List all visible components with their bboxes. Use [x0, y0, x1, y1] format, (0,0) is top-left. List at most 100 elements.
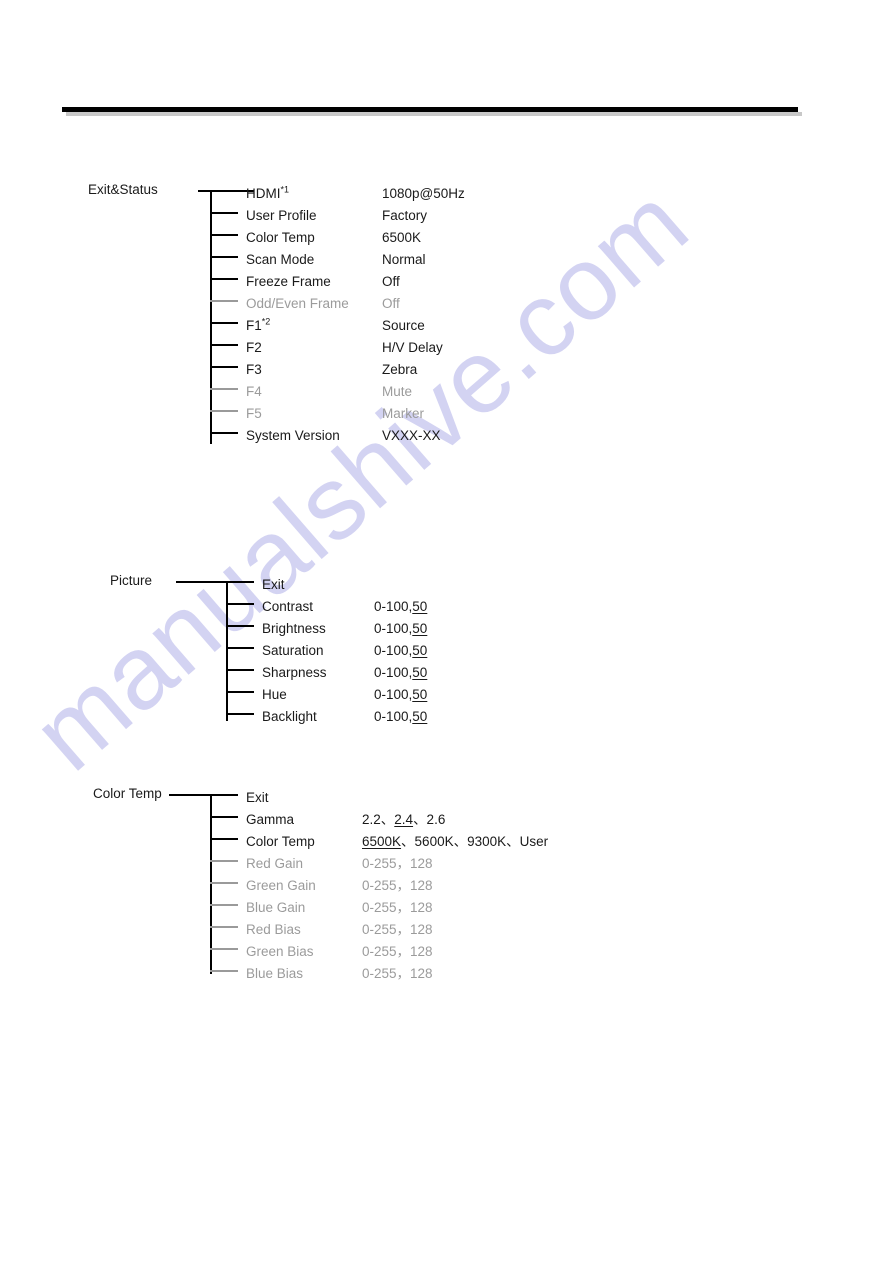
tree-root-label-exit-status: Exit&Status [88, 182, 158, 197]
menu-item-value: 0-100,50 [374, 687, 428, 702]
menu-item-value: Zebra [382, 362, 418, 377]
menu-item-label: Color Temp [246, 230, 315, 245]
menu-item-value: Normal [382, 252, 426, 267]
menu-item-label: F1*2 [246, 316, 271, 333]
menu-item-label: Red Bias [246, 922, 301, 937]
menu-item-value: 0-255，128 [362, 922, 433, 937]
tree-branch [210, 256, 238, 258]
tree-branch [210, 904, 238, 906]
tree-branch [210, 410, 238, 412]
menu-item-value: 6500K、5600K、9300K、User [362, 834, 549, 849]
menu-item-value: 0-255，128 [362, 900, 433, 915]
menu-item-value: 2.2、2.4、2.6 [362, 812, 446, 827]
menu-item-label: Blue Bias [246, 966, 304, 981]
default-value: 50 [412, 643, 428, 658]
menu-item-value: 0-100,50 [374, 665, 428, 680]
menu-item-value: Factory [382, 208, 428, 223]
menu-item-value: 0-100,50 [374, 599, 428, 614]
tree-branch [210, 948, 238, 950]
tree-branch [210, 300, 238, 302]
watermark-text: manualshive.com [11, 164, 710, 793]
menu-item-value: 0-100,50 [374, 643, 428, 658]
tree-branch [210, 926, 238, 928]
tree-trunk [226, 581, 228, 721]
menu-item-label: System Version [246, 428, 340, 443]
menu-item-value: 0-100,50 [374, 709, 428, 724]
tree-branch [210, 838, 238, 840]
tree-branch [226, 603, 254, 605]
menu-item-value: 6500K [382, 230, 422, 245]
page-canvas: manualshive.com Exit&Status HDMI*1 1080p@… [0, 0, 893, 1263]
menu-item-value: H/V Delay [382, 340, 443, 355]
menu-item-label: Scan Mode [246, 252, 315, 267]
menu-item-label: Color Temp [246, 834, 315, 849]
menu-item-value: Off [382, 274, 400, 289]
footnote-marker: *1 [280, 184, 290, 195]
default-value: 50 [412, 709, 428, 724]
tree-root-label-color-temp: Color Temp [93, 786, 162, 801]
tree-branch [210, 366, 238, 368]
tree-branch [210, 212, 238, 214]
tree-root-label-picture: Picture [110, 573, 153, 588]
menu-item-value: 0-100,50 [374, 621, 428, 636]
default-value: 2.4 [394, 812, 414, 827]
tree-branch [226, 625, 254, 627]
menu-item-value: 0-255，128 [362, 944, 433, 959]
menu-item-label: Odd/Even Frame [246, 296, 349, 311]
menu-item-value: 0-255，128 [362, 878, 433, 893]
menu-item-value: Marker [382, 406, 425, 421]
tree-branch [210, 344, 238, 346]
menu-item-label: Brightness [262, 621, 326, 636]
tree-branch [210, 794, 238, 796]
menu-item-value: 1080p@50Hz [382, 186, 465, 201]
menu-item-value: Mute [382, 384, 413, 399]
menu-item-value: Source [382, 318, 425, 333]
tree-branch [210, 190, 238, 192]
default-value: 50 [412, 621, 428, 636]
default-value: 50 [412, 599, 428, 614]
menu-item-label: User Profile [246, 208, 317, 223]
menu-item-label: Backlight [262, 709, 317, 724]
tree-branch [210, 322, 238, 324]
menu-item-value: 0-255，128 [362, 966, 433, 981]
menu-item-label: Green Gain [246, 878, 316, 893]
tree-branch [226, 713, 254, 715]
menu-item-label: F4 [246, 384, 262, 399]
tree-branch [210, 278, 238, 280]
menu-item-label: Green Bias [246, 944, 314, 959]
tree-branch [226, 647, 254, 649]
tree-branch [210, 882, 238, 884]
menu-item-label: Gamma [246, 812, 295, 827]
menu-item-label: Exit [246, 790, 269, 805]
tree-trunk [210, 190, 212, 444]
header-rule [62, 107, 798, 112]
menu-item-label: Sharpness [262, 665, 327, 680]
tree-branch [210, 970, 238, 972]
tree-branch [210, 816, 238, 818]
footnote-marker: *2 [261, 316, 271, 327]
menu-item-value: Off [382, 296, 400, 311]
menu-item-label: F3 [246, 362, 262, 377]
default-value: 50 [412, 665, 428, 680]
menu-item-value: VXXX-XX [382, 428, 441, 443]
tree-branch [210, 432, 238, 434]
menu-item-label: F2 [246, 340, 262, 355]
menu-item-label: Saturation [262, 643, 324, 658]
tree-branch [210, 860, 238, 862]
menu-item-label: Blue Gain [246, 900, 306, 915]
menu-item-label: Contrast [262, 599, 314, 614]
tree-branch [210, 388, 238, 390]
menu-item-label: HDMI*1 [246, 184, 290, 201]
tree-branch [226, 581, 254, 583]
default-value: 6500K [362, 834, 402, 849]
tree-branch [226, 669, 254, 671]
header-rule-shadow [66, 112, 802, 116]
tree-branch [226, 691, 254, 693]
default-value: 50 [412, 687, 428, 702]
tree-trunk [210, 794, 212, 974]
menu-item-label: Exit [262, 577, 285, 592]
menu-item-value: 0-255，128 [362, 856, 433, 871]
menu-item-label: Red Gain [246, 856, 304, 871]
tree-branch [210, 234, 238, 236]
menu-item-label: Freeze Frame [246, 274, 331, 289]
